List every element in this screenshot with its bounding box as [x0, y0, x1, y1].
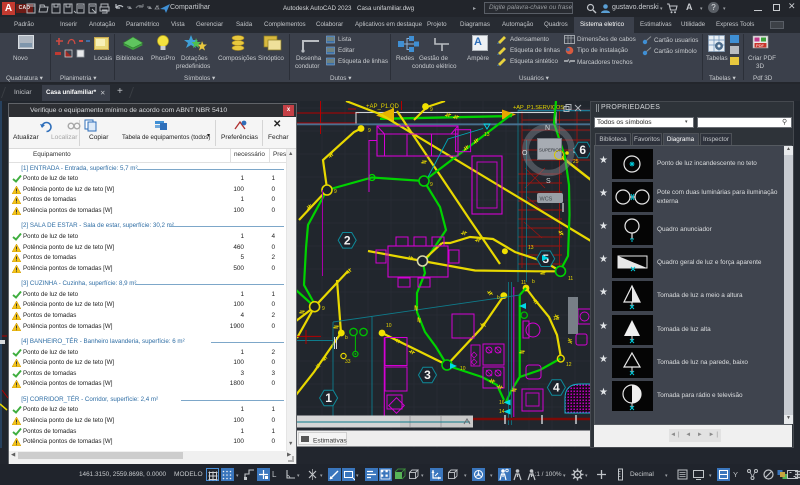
svg-text:11: 11 [568, 276, 573, 282]
svg-text:25: 25 [573, 159, 579, 165]
svg-text:9: 9 [334, 189, 337, 195]
svg-text:+AP_P1.QD: +AP_P1.QD [366, 104, 400, 110]
svg-text:10: 10 [386, 323, 392, 329]
svg-text:9: 9 [322, 306, 325, 312]
svg-text:PDF: PDF [756, 43, 765, 48]
svg-text:2: 2 [344, 234, 351, 248]
svg-text:3: 3 [424, 368, 431, 382]
svg-text:SUPERIOR: SUPERIOR [539, 148, 562, 153]
svg-text:4: 4 [553, 381, 560, 395]
svg-text:9: 9 [430, 182, 433, 188]
svg-text:WCS: WCS [540, 197, 553, 203]
svg-text:10: 10 [460, 366, 466, 372]
svg-text:11: 11 [521, 280, 526, 286]
svg-text:16: 16 [499, 400, 505, 406]
svg-text:9: 9 [430, 107, 433, 113]
svg-text:12: 12 [566, 362, 572, 368]
svg-text:13: 13 [553, 316, 559, 322]
svg-text:13: 13 [528, 245, 534, 251]
svg-text:b: b [345, 335, 348, 341]
svg-text:6: 6 [579, 143, 586, 157]
svg-text:13: 13 [484, 132, 490, 138]
svg-text:14: 14 [499, 409, 505, 415]
svg-text:9: 9 [368, 128, 371, 134]
svg-text:33: 33 [345, 359, 351, 365]
svg-text:S: S [546, 178, 551, 185]
svg-text:Estimativas: Estimativas [313, 438, 347, 445]
svg-text:1: 1 [325, 391, 332, 405]
svg-text:O: O [522, 150, 528, 157]
svg-text:b: b [532, 279, 535, 285]
svg-text:N: N [545, 125, 550, 132]
svg-text:b: b [497, 295, 500, 301]
